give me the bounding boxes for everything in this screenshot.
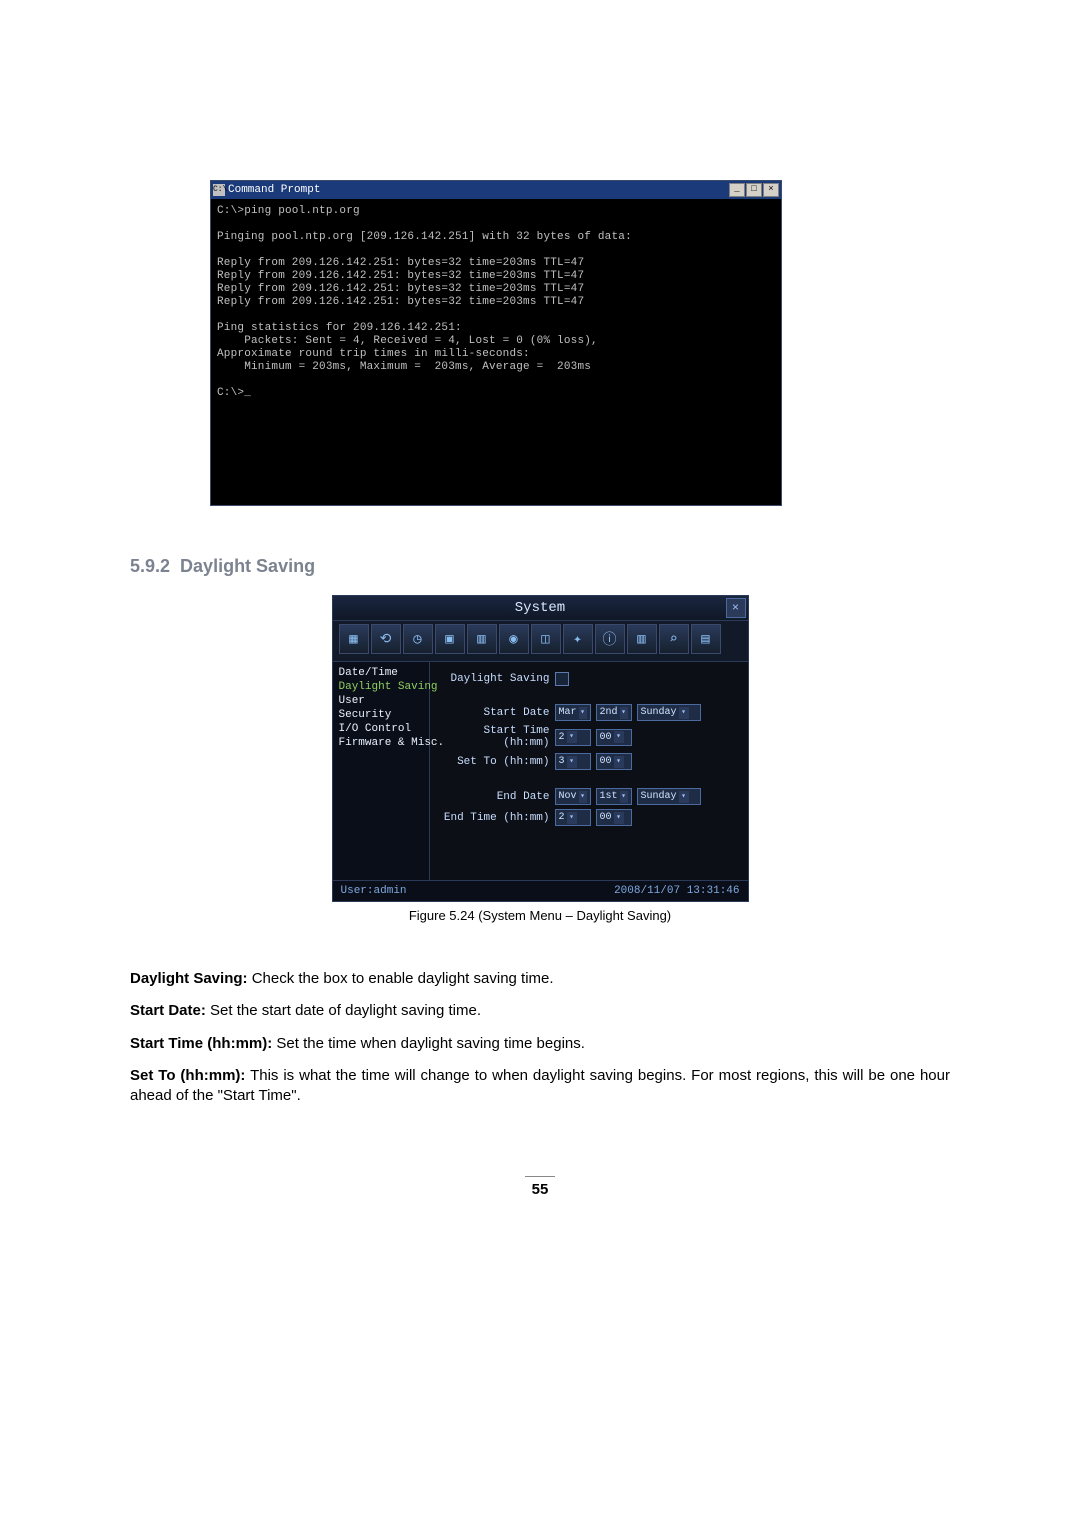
set-to-hour-select[interactable]: 3▾ [555, 753, 591, 770]
text-p2: Set the start date of daylight saving ti… [206, 1002, 481, 1019]
section-heading: 5.9.2 Daylight Saving [130, 556, 950, 577]
text-p4: This is what the time will change to whe… [130, 1067, 950, 1104]
cmd-app-icon: C:\ [213, 184, 225, 196]
end-date-label: End Date [440, 791, 550, 803]
info-icon[interactable]: ⓘ [595, 624, 625, 654]
sidebar-item-user[interactable]: User [333, 694, 429, 708]
grid-icon[interactable]: ▦ [339, 624, 369, 654]
minimize-button[interactable]: _ [729, 183, 745, 197]
section-title: Daylight Saving [180, 556, 315, 576]
sidebar-item-firmware[interactable]: Firmware & Misc. [333, 736, 429, 750]
set-to-minute-select[interactable]: 00▾ [596, 753, 632, 770]
end-time-hour-select[interactable]: 2▾ [555, 809, 591, 826]
user-icon[interactable]: ▣ [435, 624, 465, 654]
start-date-month-select[interactable]: Mar▾ [555, 704, 591, 721]
card-icon[interactable]: ▥ [627, 624, 657, 654]
text-p1: Check the box to enable daylight saving … [248, 970, 554, 987]
chevron-down-icon: ▾ [614, 756, 624, 768]
start-date-week-select[interactable]: 2nd▾ [596, 704, 632, 721]
status-datetime: 2008/11/07 13:31:46 [614, 885, 739, 897]
magic-icon[interactable]: ✦ [563, 624, 593, 654]
cmd-titlebar: C:\ Command Prompt _ □ × [211, 181, 781, 199]
clock-icon[interactable]: ◷ [403, 624, 433, 654]
sys-toolbar: ▦ ⟲ ◷ ▣ ▥ ◉ ◫ ✦ ⓘ ▥ ⌕ ▤ [333, 621, 748, 662]
exit-icon[interactable]: ▤ [691, 624, 721, 654]
term-start-time: Start Time (hh:mm): [130, 1035, 272, 1052]
start-date-label: Start Date [440, 707, 550, 719]
end-time-label: End Time (hh:mm) [440, 812, 550, 824]
end-date-week-select[interactable]: 1st▾ [596, 788, 632, 805]
sys-statusbar: User:admin 2008/11/07 13:31:46 [333, 880, 748, 901]
body-copy: Daylight Saving: Check the box to enable… [130, 969, 950, 1106]
cmd-output: C:\>ping pool.ntp.org Pinging pool.ntp.o… [211, 199, 781, 505]
page-number: 55 [525, 1176, 555, 1198]
sidebar-item-io[interactable]: I/O Control [333, 722, 429, 736]
sys-sidebar: Date/Time Daylight Saving User Security … [333, 662, 430, 880]
chevron-down-icon: ▾ [620, 707, 628, 719]
chevron-down-icon: ▾ [679, 707, 689, 719]
cmd-title: Command Prompt [228, 184, 320, 196]
term-start-date: Start Date: [130, 1002, 206, 1019]
chip-icon[interactable]: ▥ [467, 624, 497, 654]
chevron-down-icon: ▾ [567, 756, 577, 768]
chevron-down-icon: ▾ [579, 791, 587, 803]
maximize-button[interactable]: □ [746, 183, 762, 197]
section-number: 5.9.2 [130, 556, 170, 576]
end-date-day-select[interactable]: Sunday▾ [637, 788, 701, 805]
sys-titlebar: System × [333, 596, 748, 621]
daylight-saving-checkbox[interactable] [555, 672, 569, 686]
command-prompt-window: C:\ Command Prompt _ □ × C:\>ping pool.n… [210, 180, 782, 506]
start-time-label: Start Time (hh:mm) [440, 725, 550, 749]
search-icon[interactable]: ⌕ [659, 624, 689, 654]
layout-icon[interactable]: ◫ [531, 624, 561, 654]
term-daylight-saving: Daylight Saving: [130, 970, 248, 987]
end-date-month-select[interactable]: Nov▾ [555, 788, 591, 805]
status-user: User:admin [341, 885, 407, 897]
sidebar-item-security[interactable]: Security [333, 708, 429, 722]
chevron-down-icon: ▾ [579, 707, 587, 719]
chevron-down-icon: ▾ [620, 791, 628, 803]
sys-content: Daylight Saving Start Date Mar▾ 2nd▾ Sun… [430, 662, 748, 880]
text-p3: Set the time when daylight saving time b… [272, 1035, 585, 1052]
daylight-saving-label: Daylight Saving [440, 673, 550, 685]
back-icon[interactable]: ⟲ [371, 624, 401, 654]
sidebar-item-datetime[interactable]: Date/Time [333, 666, 429, 680]
sys-title: System [515, 600, 565, 616]
start-date-day-select[interactable]: Sunday▾ [637, 704, 701, 721]
end-time-minute-select[interactable]: 00▾ [596, 809, 632, 826]
chevron-down-icon: ▾ [679, 791, 689, 803]
term-set-to: Set To (hh:mm): [130, 1067, 245, 1084]
camera-icon[interactable]: ◉ [499, 624, 529, 654]
chevron-down-icon: ▾ [614, 812, 624, 824]
sys-close-button[interactable]: × [726, 598, 746, 618]
sidebar-item-daylight[interactable]: Daylight Saving [333, 680, 429, 694]
close-button[interactable]: × [763, 183, 779, 197]
figure-caption: Figure 5.24 (System Menu – Daylight Savi… [130, 908, 950, 923]
set-to-label: Set To (hh:mm) [440, 756, 550, 768]
chevron-down-icon: ▾ [614, 731, 624, 743]
start-time-hour-select[interactable]: 2▾ [555, 729, 591, 746]
system-menu-window: System × ▦ ⟲ ◷ ▣ ▥ ◉ ◫ ✦ ⓘ ▥ ⌕ ▤ Date/Ti… [332, 595, 749, 902]
start-time-minute-select[interactable]: 00▾ [596, 729, 632, 746]
chevron-down-icon: ▾ [567, 731, 577, 743]
chevron-down-icon: ▾ [567, 812, 577, 824]
